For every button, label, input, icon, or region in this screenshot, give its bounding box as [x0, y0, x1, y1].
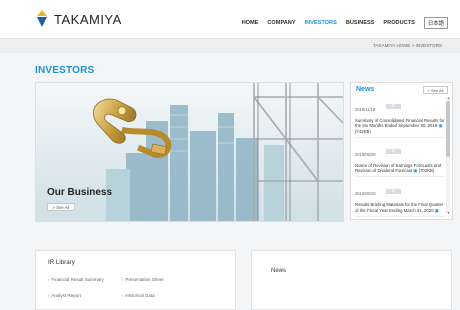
news-text[interactable]: Summary of Consolidated Financial Result… [355, 118, 445, 128]
hero-see-all-button[interactable]: > See All [47, 203, 75, 211]
ir-library-box: IR Library › Financial Result Summary › Pr… [35, 250, 236, 310]
news-date: 2019/06/29 [355, 151, 376, 157]
language-button[interactable]: 日本語 [423, 17, 448, 29]
nav-company[interactable]: COMPANY [267, 20, 295, 26]
chevron-right-icon: › [48, 277, 50, 282]
ir-link-presentation[interactable]: › Presentation Sheet [122, 277, 164, 282]
nav-investors[interactable]: INVESTORS [305, 20, 337, 26]
scroll-up-icon[interactable]: ▲ [447, 96, 450, 100]
news-tag: IR [385, 149, 401, 155]
news-doc-size: (742KB) [355, 128, 371, 134]
hero-image [36, 83, 343, 221]
news-panel-title: News [356, 86, 375, 93]
nav-home[interactable]: HOME [242, 20, 259, 26]
news-tag: IR [385, 104, 401, 110]
scroll-down-icon[interactable]: ▼ [447, 211, 450, 215]
news-date: 2019/11/19 [355, 107, 376, 112]
page-title: INVESTORS [35, 65, 95, 76]
news-panel: News > See All 2019/11/19 IR Summary of … [350, 82, 453, 220]
nav-business[interactable]: BUSINESS [346, 20, 375, 26]
news-item[interactable]: 2019/11/19 IR Summary of Consolidated Fi… [355, 98, 445, 138]
hero-title: Our Business [47, 187, 113, 198]
news-tag: IR [385, 188, 401, 194]
breadcrumb-bar: TAKAMIYA HOME > INVESTORS [0, 39, 460, 53]
breadcrumb[interactable]: TAKAMIYA HOME > INVESTORS [373, 43, 442, 48]
news-doc-size: (702KB) [418, 168, 435, 174]
news-item[interactable]: 2019/05/18 IR Results Briefing Materials… [355, 182, 445, 218]
news-box-title: News [271, 268, 287, 274]
brand-logo[interactable]: TAKAMIYA [36, 10, 122, 28]
ir-link-financial-result[interactable]: › Financial Result Summary [48, 277, 104, 282]
chevron-right-icon: › [122, 293, 124, 298]
news-see-all-button[interactable]: > See All [423, 86, 448, 94]
brand-name: TAKAMIYA [54, 11, 122, 27]
site-header: TAKAMIYA HOME COMPANY INVESTORS BUSINESS… [0, 0, 460, 39]
hero-banner[interactable]: Our Business > See All [35, 82, 344, 222]
nav-products[interactable]: PRODUCTS [383, 20, 414, 26]
news-list: 2019/11/19 IR Summary of Consolidated Fi… [355, 98, 445, 219]
chevron-right-icon: › [48, 293, 50, 298]
pdf-icon: ▣ [434, 207, 439, 213]
ir-library-title: IR Library [48, 259, 75, 266]
chevron-right-icon: › [122, 277, 124, 282]
news-date: 2019/05/18 [355, 191, 376, 197]
takamiya-logo-icon [36, 10, 48, 28]
scroll-thumb[interactable] [446, 101, 450, 157]
ir-link-historical-data[interactable]: › Historical Data [122, 293, 155, 298]
news-item[interactable]: 2019/06/29 IR Notice of Revision of Earn… [355, 143, 445, 178]
ir-link-analyst-report[interactable]: › Analyst Report [48, 293, 81, 298]
news-box: News [251, 250, 452, 310]
news-text[interactable]: Results Briefing Materials for the Final… [355, 202, 443, 212]
main-nav: HOME COMPANY INVESTORS BUSINESS PRODUCTS… [242, 17, 448, 29]
news-scrollbar[interactable] [446, 97, 450, 213]
pdf-icon: ▣ [438, 123, 443, 129]
